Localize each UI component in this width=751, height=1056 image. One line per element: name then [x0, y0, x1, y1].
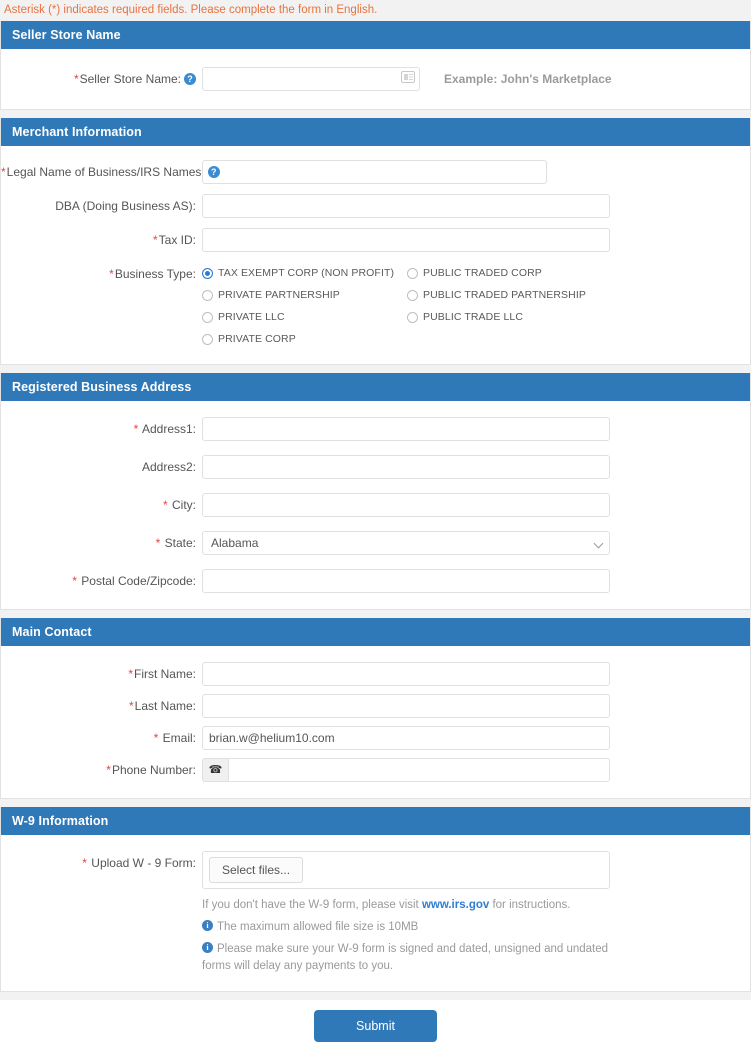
- required-asterisk: *: [106, 763, 111, 777]
- section-w9-information: W-9 Information * Upload W - 9 Form: Sel…: [0, 807, 751, 992]
- tax-id-input[interactable]: [202, 228, 610, 252]
- business-type-option-label: PUBLIC TRADED PARTNERSHIP: [423, 289, 586, 301]
- business-type-option[interactable]: PRIVATE PARTNERSHIP: [202, 284, 407, 306]
- w9-upload-box: Select files...: [202, 851, 610, 889]
- business-type-option[interactable]: PUBLIC TRADE LLC: [407, 306, 612, 328]
- info-circle-icon: i: [202, 920, 213, 932]
- address1-input[interactable]: [202, 417, 610, 441]
- section-seller-store-name: Seller Store Name *Seller Store Name:? E…: [0, 21, 751, 110]
- first-name-label: *First Name:: [128, 667, 196, 681]
- dba-label: DBA (Doing Business AS):: [55, 199, 196, 213]
- info-circle-icon: i: [202, 942, 213, 954]
- submit-button[interactable]: Submit: [314, 1010, 437, 1042]
- seller-store-name-input[interactable]: [202, 67, 420, 91]
- legal-name-label: *Legal Name of Business/IRS Names:?: [1, 160, 220, 184]
- section-merchant-information: Merchant Information *Legal Name of Busi…: [0, 118, 751, 365]
- w9-signed-text: Please make sure your W-9 form is signed…: [202, 943, 609, 972]
- section-header-main-contact: Main Contact: [1, 618, 750, 646]
- required-asterisk: *: [133, 422, 139, 436]
- section-header-registered-business-address: Registered Business Address: [1, 373, 750, 401]
- address2-input[interactable]: [202, 455, 610, 479]
- upload-w9-label: * Upload W - 9 Form:: [82, 856, 196, 870]
- radio-button[interactable]: [407, 311, 418, 323]
- business-type-option[interactable]: PRIVATE CORP: [202, 328, 407, 350]
- business-type-option[interactable]: PUBLIC TRADED PARTNERSHIP: [407, 284, 612, 306]
- business-type-option-label: PRIVATE PARTNERSHIP: [218, 289, 340, 301]
- phone-number-input[interactable]: [228, 758, 610, 782]
- phone-number-label: *Phone Number:: [106, 763, 196, 777]
- seller-store-name-example: Example: John's Marketplace: [444, 72, 612, 86]
- required-fields-notice: Asterisk (*) indicates required fields. …: [4, 4, 378, 16]
- submit-area: Submit: [0, 1000, 751, 1056]
- required-asterisk: *: [128, 667, 133, 681]
- state-label: * State:: [155, 536, 196, 550]
- state-select[interactable]: Alabama: [202, 531, 610, 555]
- dba-input[interactable]: [202, 194, 610, 218]
- postal-code-input[interactable]: [202, 569, 610, 593]
- required-asterisk: *: [73, 72, 79, 86]
- w9-irs-hint: If you don't have the W-9 form, please v…: [202, 897, 614, 914]
- address2-label: Address2:: [141, 460, 196, 474]
- radio-button[interactable]: [202, 289, 213, 301]
- question-mark-circle-icon[interactable]: ?: [184, 72, 196, 85]
- w9-max-size-text: The maximum allowed file size is 10MB: [217, 921, 419, 933]
- required-asterisk: *: [152, 233, 158, 247]
- section-main-contact: Main Contact *First Name: *Last Name: * …: [0, 618, 751, 799]
- business-type-option[interactable]: TAX EXEMPT CORP (NON PROFIT): [202, 262, 407, 284]
- business-type-option[interactable]: PUBLIC TRADED CORP: [407, 262, 612, 284]
- address1-label: * Address1:: [133, 422, 196, 436]
- required-asterisk: *: [128, 699, 134, 713]
- required-asterisk: *: [155, 536, 161, 550]
- required-asterisk: *: [1, 165, 6, 179]
- state-select-wrap: Alabama: [202, 531, 610, 555]
- radio-button[interactable]: [407, 289, 418, 301]
- seller-store-name-label: *Seller Store Name:?: [1, 67, 202, 91]
- required-asterisk: *: [109, 267, 114, 281]
- w9-signed-hint: i Please make sure your W-9 form is signe…: [202, 941, 614, 975]
- select-files-button[interactable]: Select files...: [209, 857, 304, 883]
- phone-icon: ☎: [202, 758, 228, 782]
- required-asterisk: *: [153, 731, 159, 745]
- city-input[interactable]: [202, 493, 610, 517]
- phone-input-wrap: ☎: [202, 758, 610, 782]
- w9-hint-suffix: for instructions.: [489, 899, 571, 911]
- business-type-option-label: PRIVATE LLC: [218, 311, 285, 323]
- city-label: * City:: [162, 498, 196, 512]
- business-type-radio-group: TAX EXEMPT CORP (NON PROFIT) PUBLIC TRAD…: [202, 262, 612, 350]
- seller-registration-form: Asterisk (*) indicates required fields. …: [0, 0, 751, 1056]
- contact-card-icon[interactable]: [401, 71, 415, 83]
- business-type-option-label: PRIVATE CORP: [218, 333, 296, 345]
- last-name-input[interactable]: [202, 694, 610, 718]
- business-type-label: *Business Type:: [109, 267, 196, 281]
- business-type-option-label: PUBLIC TRADED CORP: [423, 267, 542, 279]
- first-name-input[interactable]: [202, 662, 610, 686]
- radio-button[interactable]: [202, 267, 213, 279]
- question-mark-circle-icon[interactable]: ?: [207, 165, 220, 178]
- radio-button[interactable]: [202, 311, 213, 323]
- email-label: * Email:: [153, 731, 196, 745]
- required-asterisk: *: [72, 574, 77, 588]
- section-header-merchant-information: Merchant Information: [1, 118, 750, 146]
- radio-button[interactable]: [407, 267, 418, 279]
- section-header-w9-information: W-9 Information: [1, 807, 750, 835]
- seller-store-name-input-wrap: [202, 67, 420, 91]
- last-name-label: *Last Name:: [128, 699, 196, 713]
- required-asterisk: *: [82, 856, 87, 870]
- business-type-option-label: TAX EXEMPT CORP (NON PROFIT): [218, 267, 395, 279]
- business-type-option[interactable]: PRIVATE LLC: [202, 306, 407, 328]
- tax-id-label: *Tax ID:: [152, 233, 196, 247]
- section-registered-business-address: Registered Business Address * Address1: …: [0, 373, 751, 610]
- legal-name-input[interactable]: [202, 160, 547, 184]
- email-input[interactable]: [202, 726, 610, 750]
- business-type-option-label: PUBLIC TRADE LLC: [423, 311, 524, 323]
- irs-gov-link[interactable]: www.irs.gov: [422, 899, 489, 911]
- postal-code-label: * Postal Code/Zipcode:: [72, 574, 196, 588]
- w9-max-size-hint: i The maximum allowed file size is 10MB: [202, 919, 614, 936]
- required-asterisk: *: [162, 498, 168, 512]
- w9-hint-prefix: If you don't have the W-9 form, please v…: [202, 899, 422, 911]
- section-header-seller-store-name: Seller Store Name: [1, 21, 750, 49]
- radio-button[interactable]: [202, 333, 213, 345]
